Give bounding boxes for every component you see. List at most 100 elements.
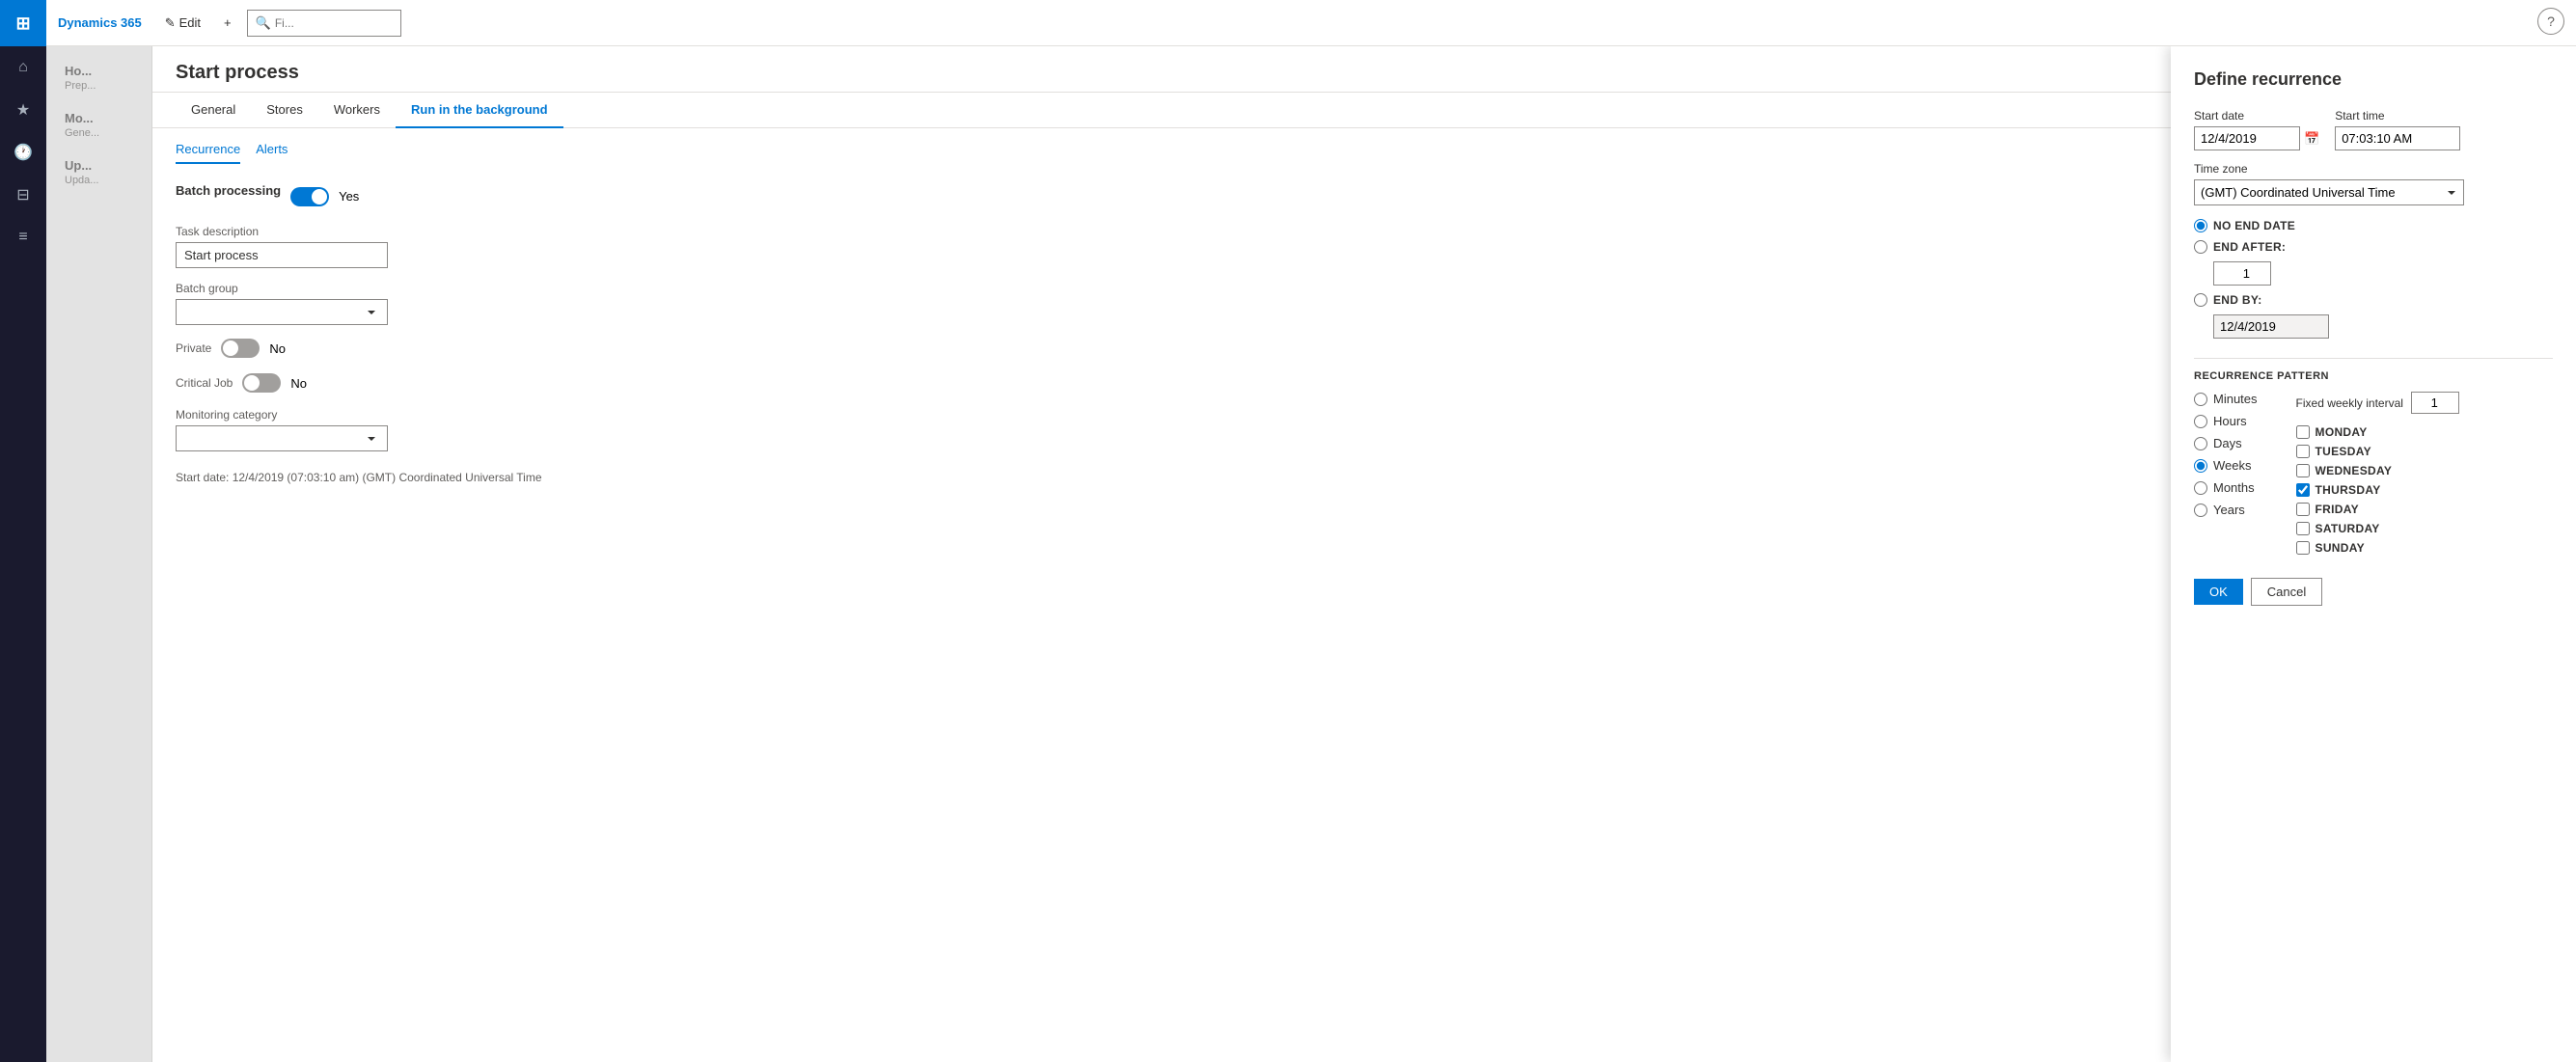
private-toggle[interactable] bbox=[221, 339, 260, 358]
no-end-date-option[interactable]: NO END DATE bbox=[2194, 219, 2553, 232]
end-by-radio[interactable] bbox=[2194, 293, 2207, 307]
critical-job-label: Critical Job bbox=[176, 376, 233, 390]
start-datetime-row: Start date 📅 Start time bbox=[2194, 109, 2553, 150]
thursday-row: THURSDAY bbox=[2296, 483, 2459, 497]
end-by-date-row bbox=[2213, 314, 2553, 339]
brand-label: Dynamics 365 bbox=[58, 15, 142, 30]
calendar-icon[interactable]: 📅 bbox=[2304, 131, 2319, 147]
monday-checkbox[interactable] bbox=[2296, 425, 2310, 439]
weekly-interval-row: Fixed weekly interval bbox=[2296, 392, 2459, 414]
thursday-checkbox[interactable] bbox=[2296, 483, 2310, 497]
task-description-label: Task description bbox=[176, 225, 2148, 238]
end-by-input[interactable] bbox=[2213, 314, 2329, 339]
start-date-field: Start date 📅 bbox=[2194, 109, 2319, 150]
monitoring-category-select[interactable] bbox=[176, 425, 388, 451]
end-after-option[interactable]: END AFTER: bbox=[2194, 240, 2553, 254]
new-button[interactable]: + bbox=[216, 12, 239, 34]
minutes-option[interactable]: Minutes bbox=[2194, 392, 2258, 406]
section-divider bbox=[2194, 358, 2553, 359]
sub-tab-alerts[interactable]: Alerts bbox=[256, 136, 288, 164]
hours-label: Hours bbox=[2213, 414, 2247, 428]
months-label: Months bbox=[2213, 480, 2255, 495]
batch-group-select[interactable] bbox=[176, 299, 388, 325]
nav-icon-recent[interactable]: 🕐 bbox=[0, 131, 46, 174]
friday-row: FRIDAY bbox=[2296, 503, 2459, 516]
tab-stores[interactable]: Stores bbox=[251, 93, 318, 128]
search-input[interactable] bbox=[275, 16, 391, 30]
months-radio[interactable] bbox=[2194, 481, 2207, 495]
days-radio[interactable] bbox=[2194, 437, 2207, 450]
edit-button[interactable]: ✎ Edit bbox=[157, 12, 208, 35]
panel-header: Start process bbox=[152, 46, 2171, 93]
monitoring-category-label: Monitoring category bbox=[176, 408, 2148, 422]
weekly-options: Fixed weekly interval MONDAY TUESDAY bbox=[2296, 392, 2459, 555]
sunday-checkbox[interactable] bbox=[2296, 541, 2310, 555]
search-box: 🔍 bbox=[247, 10, 401, 37]
weeks-option[interactable]: Weeks bbox=[2194, 458, 2258, 473]
weeks-radio[interactable] bbox=[2194, 459, 2207, 473]
private-toggle-label: No bbox=[269, 341, 286, 356]
weeks-label: Weeks bbox=[2213, 458, 2252, 473]
panel-sub-tabs: Recurrence Alerts bbox=[152, 128, 2171, 164]
windows-icon: ⊞ bbox=[15, 14, 30, 34]
saturday-row: SATURDAY bbox=[2296, 522, 2459, 535]
cancel-button[interactable]: Cancel bbox=[2251, 578, 2322, 606]
end-options-section: NO END DATE END AFTER: END BY: bbox=[2194, 219, 2553, 346]
minutes-radio[interactable] bbox=[2194, 393, 2207, 406]
critical-job-toggle[interactable] bbox=[242, 373, 281, 393]
panel-body: Batch processing Yes Task description Ba… bbox=[152, 164, 2171, 1062]
day-checkboxes: MONDAY TUESDAY WEDNESDAY THURSDAY bbox=[2296, 425, 2459, 555]
tab-general[interactable]: General bbox=[176, 93, 251, 128]
task-description-row: Task description bbox=[176, 225, 2148, 268]
weekly-interval-input[interactable] bbox=[2411, 392, 2459, 414]
hours-radio[interactable] bbox=[2194, 415, 2207, 428]
nav-icon-modules[interactable]: ⊟ bbox=[0, 174, 46, 216]
tab-workers[interactable]: Workers bbox=[318, 93, 396, 128]
start-date-input[interactable] bbox=[2194, 126, 2300, 150]
recurrence-panel: Define recurrence Start date 📅 Start tim… bbox=[2171, 46, 2576, 1062]
critical-job-row: Critical Job No bbox=[176, 373, 2148, 393]
tuesday-checkbox[interactable] bbox=[2296, 445, 2310, 458]
critical-job-toggle-label: No bbox=[290, 376, 307, 391]
months-option[interactable]: Months bbox=[2194, 480, 2258, 495]
nav-icon-star[interactable]: ★ bbox=[0, 89, 46, 131]
tab-run-background[interactable]: Run in the background bbox=[396, 93, 563, 128]
hours-option[interactable]: Hours bbox=[2194, 414, 2258, 428]
sub-tab-recurrence[interactable]: Recurrence bbox=[176, 136, 240, 164]
end-by-option[interactable]: END BY: bbox=[2194, 293, 2553, 307]
years-radio[interactable] bbox=[2194, 504, 2207, 517]
timezone-row: Time zone (GMT) Coordinated Universal Ti… bbox=[2194, 162, 2553, 205]
end-after-value-row bbox=[2213, 261, 2553, 286]
batch-toggle[interactable] bbox=[290, 187, 329, 206]
search-icon: 🔍 bbox=[256, 15, 271, 31]
wednesday-row: WEDNESDAY bbox=[2296, 464, 2459, 477]
action-buttons: OK Cancel bbox=[2194, 578, 2553, 606]
nav-logo[interactable]: ⊞ bbox=[0, 0, 46, 46]
years-option[interactable]: Years bbox=[2194, 503, 2258, 517]
start-time-input[interactable] bbox=[2335, 126, 2460, 150]
no-end-date-radio[interactable] bbox=[2194, 219, 2207, 232]
task-description-input[interactable] bbox=[176, 242, 388, 268]
ok-button[interactable]: OK bbox=[2194, 579, 2243, 605]
end-after-radio[interactable] bbox=[2194, 240, 2207, 254]
timezone-select[interactable]: (GMT) Coordinated Universal Time bbox=[2194, 179, 2464, 205]
minutes-label: Minutes bbox=[2213, 392, 2258, 406]
monday-row: MONDAY bbox=[2296, 425, 2459, 439]
sunday-label: SUNDAY bbox=[2316, 541, 2365, 555]
help-icon[interactable]: ? bbox=[2537, 8, 2564, 35]
years-label: Years bbox=[2213, 503, 2245, 517]
start-process-panel: Start process General Stores Workers Run… bbox=[152, 46, 2171, 1062]
nav-icon-menu[interactable]: ≡ bbox=[0, 216, 46, 259]
private-label: Private bbox=[176, 341, 211, 355]
recurrence-pattern-heading: RECURRENCE PATTERN bbox=[2194, 370, 2553, 382]
end-after-input[interactable] bbox=[2213, 261, 2271, 286]
start-date-info: Start date: 12/4/2019 (07:03:10 am) (GMT… bbox=[176, 471, 2148, 484]
friday-checkbox[interactable] bbox=[2296, 503, 2310, 516]
wednesday-checkbox[interactable] bbox=[2296, 464, 2310, 477]
nav-icon-home[interactable]: ⌂ bbox=[0, 46, 46, 89]
friday-label: FRIDAY bbox=[2316, 503, 2359, 516]
batch-toggle-label: Yes bbox=[339, 189, 359, 204]
recurrence-pattern-row: Minutes Hours Days Weeks bbox=[2194, 392, 2553, 555]
days-option[interactable]: Days bbox=[2194, 436, 2258, 450]
saturday-checkbox[interactable] bbox=[2296, 522, 2310, 535]
